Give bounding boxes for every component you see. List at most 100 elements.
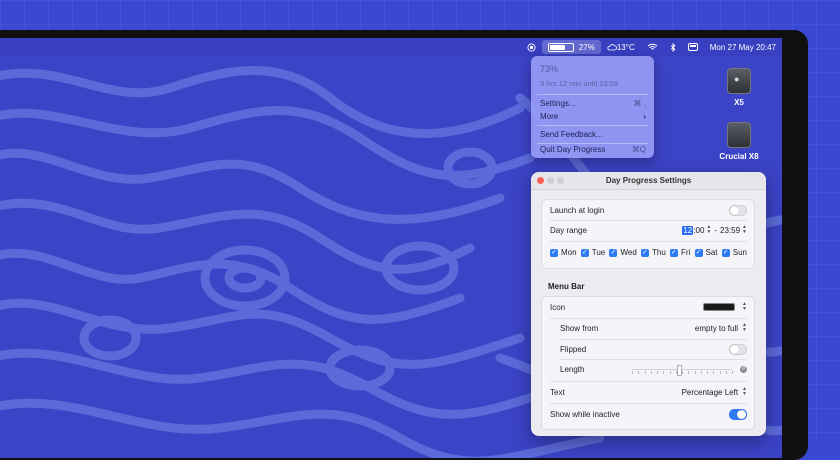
weekday-checkbox-mon[interactable]: ✓ Mon xyxy=(550,248,577,257)
start-hour-field[interactable]: 12 xyxy=(682,225,694,235)
divider xyxy=(550,381,747,382)
bluetooth-icon[interactable] xyxy=(664,38,682,56)
weekday-checkbox-fri[interactable]: ✓ Fri xyxy=(669,248,691,257)
day-range-label: Day range xyxy=(550,225,587,235)
weekday-label: Thu xyxy=(651,248,666,257)
text-row: Text Percentage Left ▲ ▼ xyxy=(550,387,747,397)
menu-item-label: Send Feedback... xyxy=(540,130,603,139)
checkbox-icon[interactable]: ✓ xyxy=(694,248,703,257)
flipped-toggle[interactable] xyxy=(729,344,747,355)
chevron-right-icon: › xyxy=(643,112,646,121)
monitor-bezel: 27% 13°C Mon 27 May 20:47 ● X5 Crucial X… xyxy=(0,30,808,460)
menubar-clock[interactable]: Mon 27 May 20:47 xyxy=(704,38,782,56)
start-stepper[interactable]: ▲ ▼ xyxy=(706,225,711,235)
reset-icon[interactable]: ↺ xyxy=(740,366,747,373)
weekday-label: Tue xyxy=(591,248,606,257)
text-style-value: Percentage Left xyxy=(681,387,739,397)
menu-item-quit[interactable]: Quit Day Progress ⌘Q xyxy=(540,145,646,154)
checkbox-icon[interactable]: ✓ xyxy=(669,248,678,257)
menu-separator xyxy=(537,125,648,126)
slider-tick xyxy=(682,371,683,374)
menu-item-settings[interactable]: Settings... ⌘ , xyxy=(540,99,646,108)
menu-bar: 27% 13°C Mon 27 May 20:47 xyxy=(0,38,782,56)
slider-tick xyxy=(688,371,690,374)
menu-bar-section-title: Menu Bar xyxy=(548,282,585,291)
datetime-text: Mon 27 May 20:47 xyxy=(709,42,776,52)
menu-separator xyxy=(537,143,648,144)
weekday-checkbox-sun[interactable]: ✓ Sun xyxy=(721,248,747,257)
menu-item-label: Settings... xyxy=(540,99,576,108)
wifi-icon[interactable] xyxy=(641,38,664,56)
icon-style-swatch xyxy=(703,303,736,311)
launch-at-login-row: Launch at login xyxy=(550,205,747,216)
control-center-icon[interactable] xyxy=(682,38,704,56)
weekdays-row: ✓ Mon ✓ Tue ✓ Wed ✓ Thu ✓ Fri ✓ Sat ✓ Sun xyxy=(550,248,747,257)
desktop-item-crucial-x8[interactable]: Crucial X8 xyxy=(709,122,769,161)
day-progress-dropdown-menu: 73% 3 hrs 12 min until 23:59 Settings...… xyxy=(531,56,654,158)
length-controls: ↺ xyxy=(632,365,747,376)
weekday-label: Sun xyxy=(732,248,747,257)
slider-tick xyxy=(694,371,696,374)
slider-tick xyxy=(732,371,733,374)
divider xyxy=(550,220,747,221)
slider-tick xyxy=(719,371,721,374)
weekday-checkbox-tue[interactable]: ✓ Tue xyxy=(580,248,606,257)
weekday-label: Wed xyxy=(620,248,637,257)
text-label: Text xyxy=(550,387,565,397)
menu-separator xyxy=(537,94,648,95)
flipped-label: Flipped xyxy=(560,345,587,354)
window-title: Day Progress Settings xyxy=(605,176,692,185)
weekday-label: Mon xyxy=(561,248,577,257)
inactive-label: Show while inactive xyxy=(550,410,620,419)
zoom-button[interactable] xyxy=(557,177,564,184)
checkbox-icon[interactable]: ✓ xyxy=(580,248,589,257)
weekday-label: Fri xyxy=(680,248,691,257)
length-slider[interactable] xyxy=(632,365,733,376)
minimize-button[interactable] xyxy=(547,177,554,184)
desktop-item-x5[interactable]: ● X5 xyxy=(709,68,769,107)
general-group: Launch at login Day range 12 :00 ▲ ▼ - 23… xyxy=(541,199,755,269)
checkbox-icon[interactable]: ✓ xyxy=(550,248,558,257)
checkbox-icon[interactable]: ✓ xyxy=(609,248,618,257)
launch-label: Launch at login xyxy=(550,206,605,215)
menu-item-label: More xyxy=(540,112,559,121)
weekday-checkboxes: ✓ Mon ✓ Tue ✓ Wed ✓ Thu ✓ Fri ✓ Sat ✓ Sun xyxy=(550,248,747,257)
show-while-inactive-row: Show while inactive xyxy=(550,409,747,420)
show-from-popup[interactable]: empty to full ▲ ▼ xyxy=(695,323,747,333)
slider-tick xyxy=(675,371,677,374)
popup-chevron-icon: ▲ ▼ xyxy=(742,386,747,397)
show-from-label: Show from xyxy=(560,323,599,333)
divider xyxy=(560,339,747,340)
weekday-checkbox-wed[interactable]: ✓ Wed xyxy=(609,248,637,257)
text-style-popup[interactable]: Percentage Left ▲ ▼ xyxy=(682,387,747,397)
length-label: Length xyxy=(560,365,585,374)
menu-item-more[interactable]: More › xyxy=(540,112,646,121)
battery-percent: 27% xyxy=(578,42,595,52)
icon-style-popup[interactable]: ▲ ▼ xyxy=(703,302,747,312)
close-button[interactable] xyxy=(537,177,544,184)
launch-at-login-toggle[interactable] xyxy=(729,205,747,216)
checkbox-icon[interactable]: ✓ xyxy=(640,248,649,257)
shortcut-label: ⌘ , xyxy=(633,99,646,108)
checkbox-icon[interactable]: ✓ xyxy=(721,248,730,257)
weather-temp: 13°C xyxy=(616,42,635,52)
divider xyxy=(550,403,747,404)
slider-tick xyxy=(713,371,715,374)
time-remaining: 3 hrs 12 min until 23:59 xyxy=(540,79,618,88)
weekday-checkbox-sat[interactable]: ✓ Sat xyxy=(694,248,718,257)
menu-item-send-feedback[interactable]: Send Feedback... xyxy=(540,130,646,139)
popup-chevron-icon: ▲ ▼ xyxy=(742,301,747,312)
day-range-controls: 12 :00 ▲ ▼ - 23:59 ▲ ▼ xyxy=(682,225,747,235)
weather-menu-item[interactable]: 13°C xyxy=(601,38,641,56)
window-titlebar: Day Progress Settings xyxy=(531,172,766,190)
weekday-checkbox-thu[interactable]: ✓ Thu xyxy=(640,248,666,257)
show-while-inactive-toggle[interactable] xyxy=(729,409,747,420)
show-from-row: Show from empty to full ▲ ▼ xyxy=(560,323,747,333)
day-progress-menu-item[interactable]: 27% xyxy=(541,40,601,54)
end-time-field[interactable]: 23:59 xyxy=(720,226,740,235)
slider-tick xyxy=(638,371,640,374)
icon-row: Icon ▲ ▼ xyxy=(550,302,747,312)
end-stepper[interactable]: ▲ ▼ xyxy=(742,225,747,235)
start-minute-field[interactable]: :00 xyxy=(693,226,704,235)
record-icon[interactable] xyxy=(521,38,542,56)
